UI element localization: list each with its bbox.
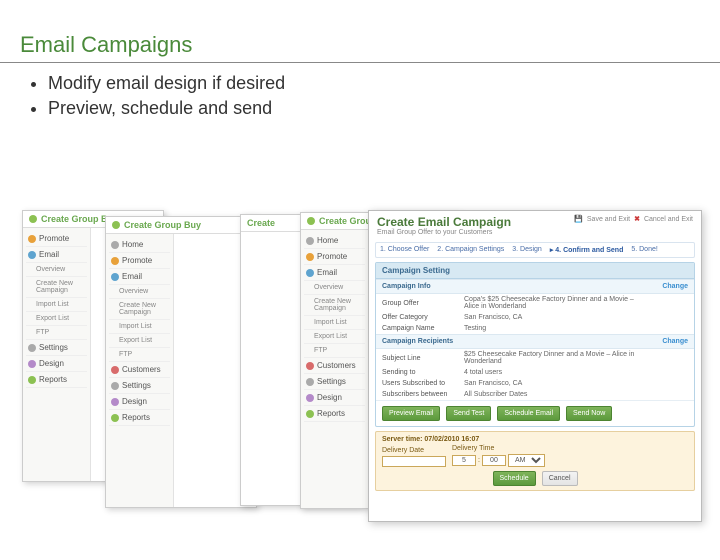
delivery-panel: Server time: 07/02/2010 16:07 Delivery D… <box>375 431 695 491</box>
reports-icon <box>28 376 36 384</box>
row-group-offer: Group OfferCopa's $25 Cheesecake Factory… <box>376 294 694 312</box>
preview-email-button[interactable]: Preview Email <box>382 406 440 421</box>
campaign-recipients-header: Campaign Recipients Change <box>376 334 694 349</box>
delivery-minute-input[interactable] <box>482 455 506 466</box>
delivery-schedule-button[interactable]: Schedule <box>493 471 536 486</box>
delivery-date-input[interactable] <box>382 456 446 467</box>
campaign-setting-panel: Campaign Setting Campaign Info Change Gr… <box>375 262 695 427</box>
delivery-cancel-button[interactable]: Cancel <box>542 471 578 486</box>
slide-bullets: Modify email design if desired Preview, … <box>48 73 720 119</box>
schedule-email-button[interactable]: Schedule Email <box>497 406 560 421</box>
promote-icon <box>28 235 36 243</box>
save-and-exit-link[interactable]: Save and Exit <box>587 216 630 223</box>
settings-icon <box>28 344 36 352</box>
row-users-subscribed: Users Subscribed toSan Francisco, CA <box>376 378 694 389</box>
change-recipients[interactable]: Change <box>662 338 688 345</box>
stacked-app-card-2: Create Group Buy Home Promote Email Over… <box>105 216 257 508</box>
bullet-2: Preview, schedule and send <box>48 98 720 119</box>
create-email-campaign-panel: Create Email Campaign 💾 Save and Exit ✖ … <box>368 210 702 522</box>
page-subtitle: Email Group Offer to your Customers <box>369 229 701 240</box>
send-test-button[interactable]: Send Test <box>446 406 491 421</box>
screenshot-stack: Create Group Buy Promote Email Overview … <box>0 210 720 550</box>
action-button-row: Preview Email Send Test Schedule Email S… <box>376 400 694 426</box>
send-now-button[interactable]: Send Now <box>566 406 612 421</box>
row-subscribers-between: Subscribers betweenAll Subscriber Dates <box>376 389 694 400</box>
design-icon <box>28 360 36 368</box>
campaign-info-header: Campaign Info Change <box>376 279 694 294</box>
row-subject-line: Subject Line$25 Cheesecake Factory Dinne… <box>376 349 694 367</box>
change-campaign-info[interactable]: Change <box>662 283 688 290</box>
row-campaign-name: Campaign NameTesting <box>376 323 694 334</box>
logo-icon <box>29 215 37 223</box>
email-icon <box>28 251 36 259</box>
page-title: Create Email Campaign <box>377 215 511 229</box>
disk-icon: 💾 <box>574 215 583 223</box>
delivery-ampm-select[interactable]: AM <box>508 454 545 467</box>
server-time-label: Server time: 07/02/2010 16:07 <box>382 436 688 443</box>
cancel-and-exit-link[interactable]: Cancel and Exit <box>644 216 693 223</box>
delivery-hour-input[interactable] <box>452 455 476 466</box>
step-campaign-settings[interactable]: 2. Campaign Settings <box>437 246 504 254</box>
step-choose-offer[interactable]: 1. Choose Offer <box>380 246 429 254</box>
row-offer-category: Offer CategorySan Francisco, CA <box>376 312 694 323</box>
panel-header: Campaign Setting <box>376 263 694 279</box>
wizard-steps: 1. Choose Offer 2. Campaign Settings 3. … <box>375 242 695 258</box>
close-icon: ✖ <box>634 215 640 223</box>
bullet-1: Modify email design if desired <box>48 73 720 94</box>
delivery-time-label: Delivery Time <box>452 445 545 452</box>
step-done[interactable]: 5. Done! <box>631 246 657 254</box>
delivery-date-label: Delivery Date <box>382 447 446 454</box>
slide-title: Email Campaigns <box>0 20 720 63</box>
step-confirm-send[interactable]: 4. Confirm and Send <box>550 246 624 254</box>
step-design[interactable]: 3. Design <box>512 246 542 254</box>
row-sending-to: Sending to4 total users <box>376 367 694 378</box>
